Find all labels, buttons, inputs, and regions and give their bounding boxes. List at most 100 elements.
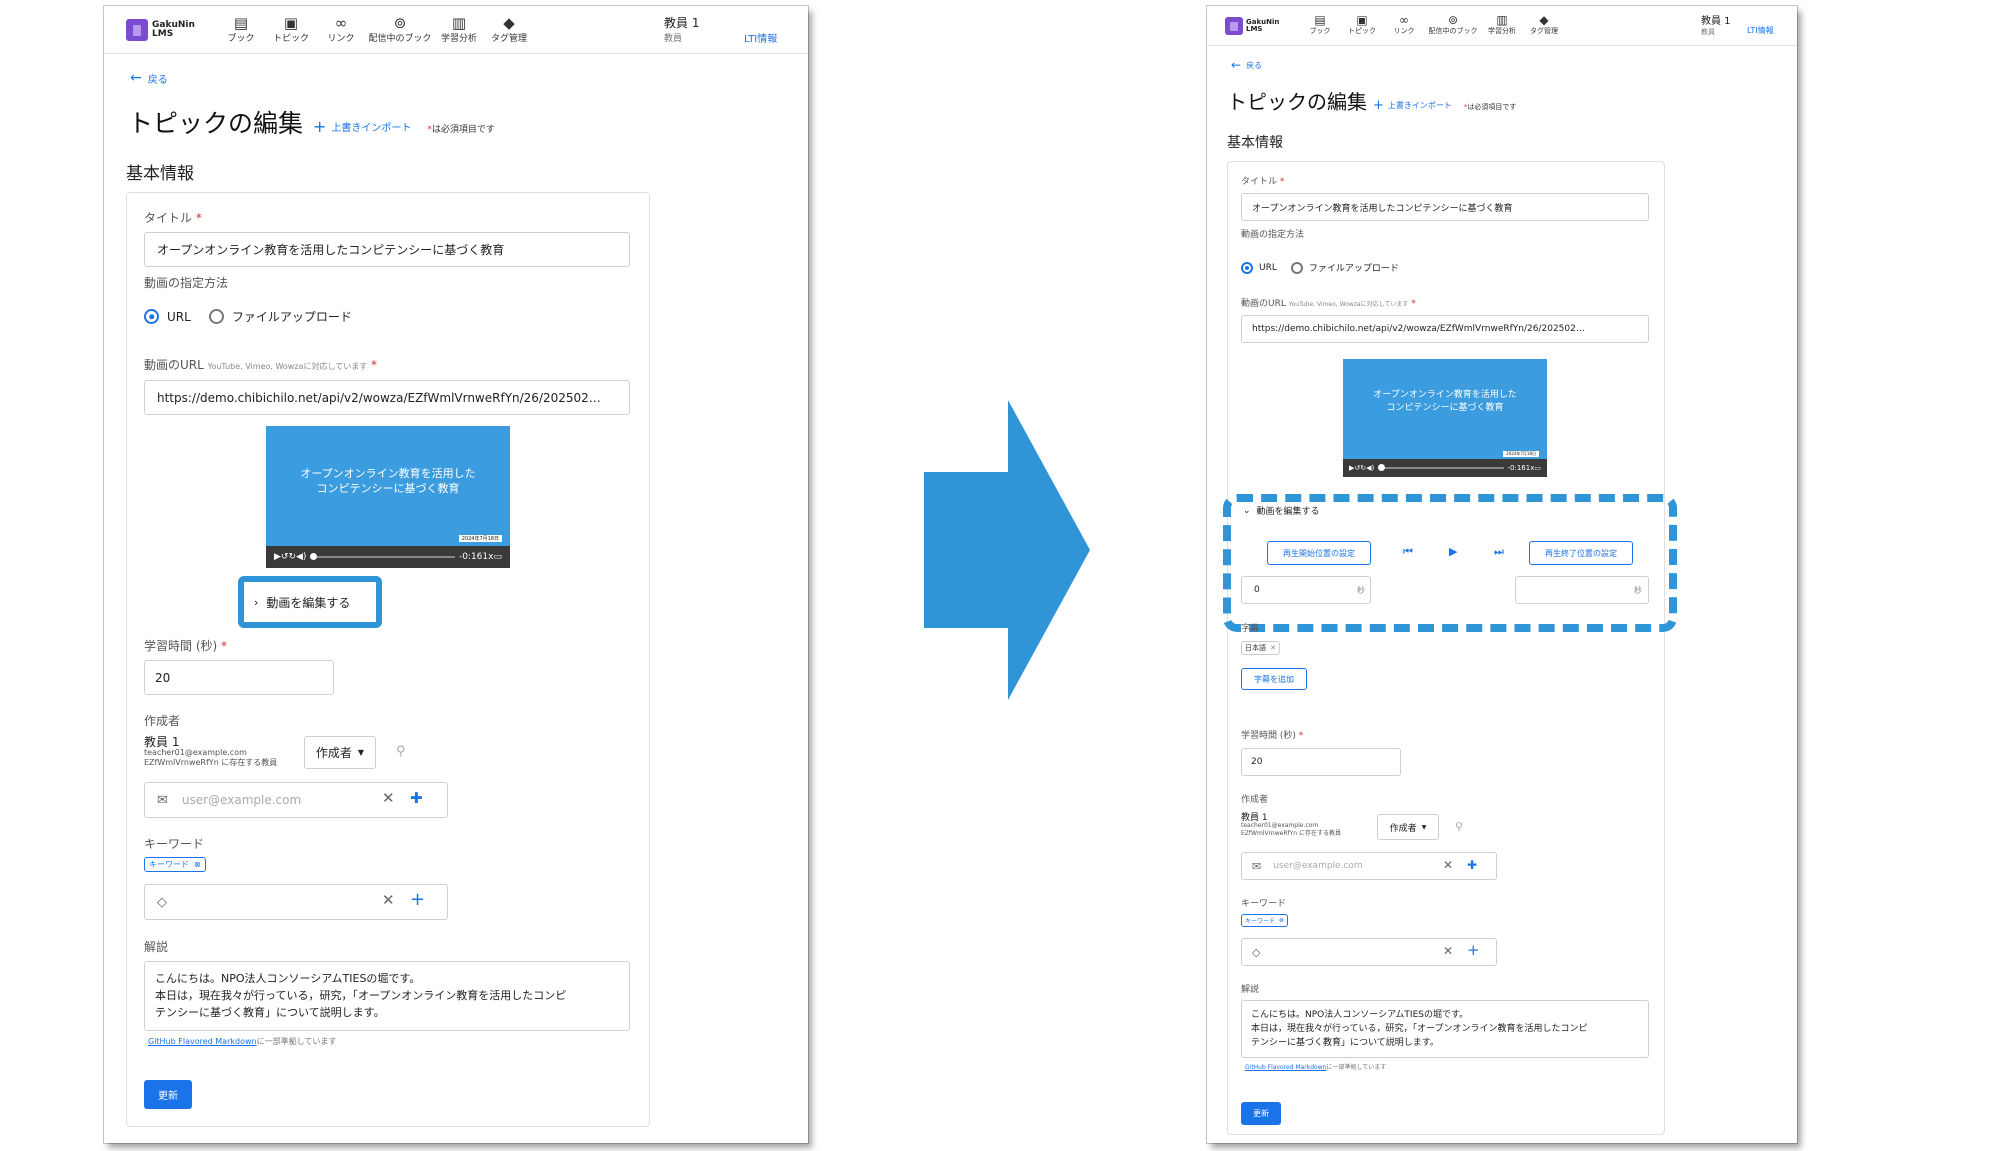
subtitle-icon[interactable]: ▭: [1534, 464, 1541, 472]
volume-icon[interactable]: ◀): [1366, 464, 1374, 472]
add-keyword-icon[interactable]: +: [1467, 943, 1480, 958]
nav-link[interactable]: ∞ リンク: [1383, 14, 1425, 36]
update-button[interactable]: 更新: [144, 1080, 192, 1109]
video-date: 2024年7月18日: [458, 535, 502, 542]
nav-link[interactable]: ∞ リンク: [316, 16, 366, 45]
link-icon: ∞: [1399, 13, 1409, 27]
back-link[interactable]: ← 戻る: [130, 70, 168, 86]
add-person-icon[interactable]: ✚: [1467, 859, 1477, 871]
required-note-text: は必須項目です: [1467, 103, 1517, 111]
back-link[interactable]: ← 戻る: [1231, 58, 1262, 72]
author-note: EZfWmlVrnweRfYn に存在する教員: [144, 758, 278, 768]
app-logo[interactable]: GakuNin LMS: [1225, 17, 1279, 35]
nav-broadcast[interactable]: ⊚ 配信中のブック: [366, 16, 434, 45]
chip-remove-icon[interactable]: ⊗: [1279, 917, 1284, 924]
subtitle-chip[interactable]: 日本語 ✕: [1241, 641, 1280, 655]
markdown-note-text: に一部準拠しています: [1326, 1064, 1387, 1071]
author-role-select[interactable]: 作成者 ▼: [1377, 814, 1439, 840]
chip-remove-icon[interactable]: ⊗: [194, 860, 201, 869]
nav-label: ブック: [227, 34, 255, 44]
study-time-input[interactable]: 20: [1241, 748, 1401, 776]
rewind-icon[interactable]: ↺: [281, 552, 289, 562]
description-textarea[interactable]: こんにちは。NPO法人コンソーシアムTIESの堀です。 本日は，現在我々が行って…: [144, 961, 630, 1031]
video-progress-bar[interactable]: [1378, 464, 1504, 471]
keyword-chip[interactable]: キーワード ⊗: [1241, 914, 1289, 927]
nav-label: 学習分析: [1488, 27, 1516, 35]
video-url-input[interactable]: https://demo.chibichilo.net/api/v2/wowza…: [144, 380, 630, 415]
title-input[interactable]: オープンオンライン教育を活用したコンピテンシーに基づく教育: [144, 232, 630, 267]
markdown-link[interactable]: GitHub Flavored Markdown: [148, 1037, 257, 1046]
add-keyword-icon[interactable]: +: [410, 891, 425, 909]
author-email-input[interactable]: ✉ user@example.com: [144, 782, 448, 818]
nav-label: トピック: [1348, 27, 1376, 35]
lti-info-link[interactable]: LTI情報: [744, 30, 777, 45]
description-textarea[interactable]: こんにちは。NPO法人コンソーシアムTIESの堀です。 本日は，現在我々が行って…: [1241, 1000, 1649, 1058]
nav-analytics[interactable]: ▥ 学習分析: [434, 16, 484, 45]
nav-topic[interactable]: ▣ トピック: [1341, 14, 1383, 36]
video-progress-bar[interactable]: [310, 553, 455, 560]
video-url-input[interactable]: https://demo.chibichilo.net/api/v2/wowza…: [1241, 315, 1649, 343]
subtitle-icon[interactable]: ▭: [493, 552, 502, 562]
nav-topic[interactable]: ▣ トピック: [266, 16, 316, 45]
video-speed[interactable]: 1x: [482, 552, 493, 562]
section-title: 基本情報: [1227, 135, 1283, 151]
video-player[interactable]: オープンオンライン教育を活用した コンピテンシーに基づく教育 2024年7月18日…: [1343, 359, 1547, 477]
clear-icon[interactable]: ✕: [382, 893, 395, 908]
study-time-value: 20: [155, 670, 171, 685]
radio-upload[interactable]: [208, 309, 224, 324]
add-person-icon[interactable]: ✚: [410, 791, 423, 806]
author-role-value: 作成者: [315, 746, 352, 760]
volume-icon[interactable]: ◀): [296, 552, 306, 562]
nav-book[interactable]: ▤ ブック: [1299, 14, 1341, 36]
video-url-label-text: 動画のURL: [1241, 299, 1286, 309]
label-icon: ◇: [1252, 945, 1261, 959]
nav-tag[interactable]: ◆ タグ管理: [484, 14, 534, 45]
video-speed[interactable]: 1x: [1526, 464, 1535, 472]
play-icon[interactable]: ▶: [274, 552, 281, 562]
remove-person-icon[interactable]: ⚲: [396, 745, 406, 758]
video-player[interactable]: オープンオンライン教育を活用した コンピテンシーに基づく教育 2024年7月18日…: [266, 426, 510, 568]
clear-icon[interactable]: ✕: [382, 791, 395, 806]
study-time-label-text: 学習時間 (秒): [144, 639, 218, 653]
study-time-input[interactable]: 20: [144, 660, 334, 695]
description-line2: 本日は，現在我々が行っている，研究，「オープンオンライン教育を活用したコンピ: [1251, 1024, 1588, 1034]
nav-tag[interactable]: ◆ タグ管理: [1523, 14, 1565, 36]
markdown-link[interactable]: GitHub Flavored Markdown: [1245, 1064, 1326, 1071]
import-button[interactable]: + 上書きインポート: [1373, 98, 1452, 113]
clear-icon[interactable]: ✕: [1443, 859, 1453, 871]
chip-remove-icon[interactable]: ✕: [1270, 644, 1276, 652]
tag-icon: ◆: [503, 14, 515, 32]
study-time-label: 学習時間 (秒) *: [1241, 731, 1304, 741]
keyword-label: キーワード: [144, 837, 205, 851]
clear-icon[interactable]: ✕: [1443, 945, 1453, 957]
remove-person-icon[interactable]: ⚲: [1455, 821, 1463, 832]
keyword-chip[interactable]: キーワード ⊗: [144, 857, 206, 872]
nav-book[interactable]: ▤ ブック: [216, 16, 266, 45]
title-input-value: オープンオンライン教育を活用したコンピテンシーに基づく教育: [1252, 203, 1513, 214]
forward-icon[interactable]: ↻: [288, 552, 296, 562]
user-menu[interactable]: 教員 1 教員: [1701, 12, 1731, 37]
radio-upload[interactable]: [1290, 261, 1303, 274]
label-icon: ◇: [157, 894, 167, 910]
title-input[interactable]: オープンオンライン教育を活用したコンピテンシーに基づく教育: [1241, 193, 1649, 221]
app-logo[interactable]: GakuNin LMS: [126, 19, 195, 41]
nav-broadcast[interactable]: ⊚ 配信中のブック: [1425, 14, 1481, 36]
lti-info-link[interactable]: LTI情報: [1747, 25, 1774, 36]
logo-icon: [126, 19, 148, 41]
import-button[interactable]: + 上書きインポート: [313, 117, 411, 136]
radio-url[interactable]: [1241, 261, 1253, 274]
keyword-input[interactable]: ◇: [144, 884, 448, 920]
description-line1: こんにちは。NPO法人コンソーシアムTIESの堀です。: [1251, 1010, 1469, 1020]
user-menu[interactable]: 教員 1 教員: [664, 14, 699, 44]
page-title: トピックの編集: [1227, 90, 1367, 114]
description-line2: 本日は，現在我々が行っている，研究，「オープンオンライン教育を活用したコンピ: [155, 989, 567, 1002]
radio-url[interactable]: [144, 309, 159, 324]
highlight-box: [238, 576, 382, 628]
nav-analytics[interactable]: ▥ 学習分析: [1481, 14, 1523, 36]
author-role-select[interactable]: 作成者 ▼: [304, 736, 376, 769]
update-button[interactable]: 更新: [1241, 1102, 1281, 1125]
add-subtitle-button[interactable]: 字幕を追加: [1241, 668, 1307, 690]
author-email-input[interactable]: ✉ user@example.com: [1241, 852, 1497, 880]
user-role: 教員: [664, 34, 683, 44]
keyword-input[interactable]: ◇: [1241, 938, 1497, 966]
